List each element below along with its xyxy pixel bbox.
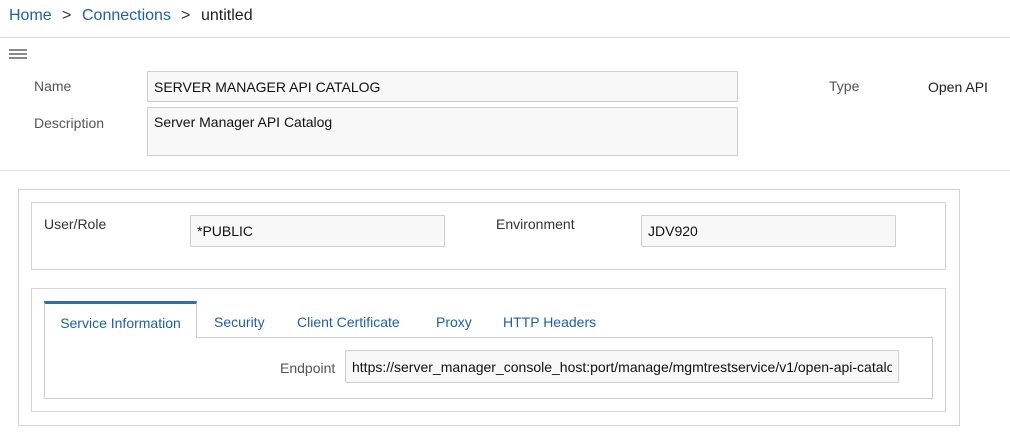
- breadcrumb-home-link[interactable]: Home: [9, 7, 52, 25]
- description-label: Description: [34, 115, 105, 131]
- description-field[interactable]: Server Manager API Catalog: [147, 107, 738, 156]
- environment-label: Environment: [496, 216, 575, 232]
- breadcrumb-current: untitled: [201, 7, 253, 24]
- tab-service-information[interactable]: Service Information: [44, 301, 197, 338]
- hamburger-menu-icon[interactable]: [9, 49, 27, 61]
- tab-security[interactable]: Security: [202, 301, 277, 338]
- name-label: Name: [34, 78, 72, 94]
- user-role-label: User/Role: [44, 216, 107, 232]
- tab-http-headers[interactable]: HTTP Headers: [491, 301, 608, 338]
- tab-client-certificate[interactable]: Client Certificate: [285, 301, 412, 338]
- breadcrumb: Home > Connections > untitled: [0, 0, 1010, 38]
- endpoint-label: Endpoint: [280, 360, 336, 376]
- environment-field[interactable]: [641, 215, 896, 247]
- breadcrumb-connections-link[interactable]: Connections: [82, 7, 171, 25]
- tab-proxy[interactable]: Proxy: [424, 301, 484, 338]
- breadcrumb-separator: >: [181, 7, 191, 24]
- breadcrumb-separator: >: [62, 7, 72, 24]
- type-label: Type: [829, 78, 860, 94]
- name-field[interactable]: [147, 71, 738, 102]
- user-role-field[interactable]: [190, 215, 445, 247]
- endpoint-field[interactable]: [345, 350, 899, 383]
- section-divider: [0, 170, 1010, 171]
- type-value: Open API: [928, 79, 988, 95]
